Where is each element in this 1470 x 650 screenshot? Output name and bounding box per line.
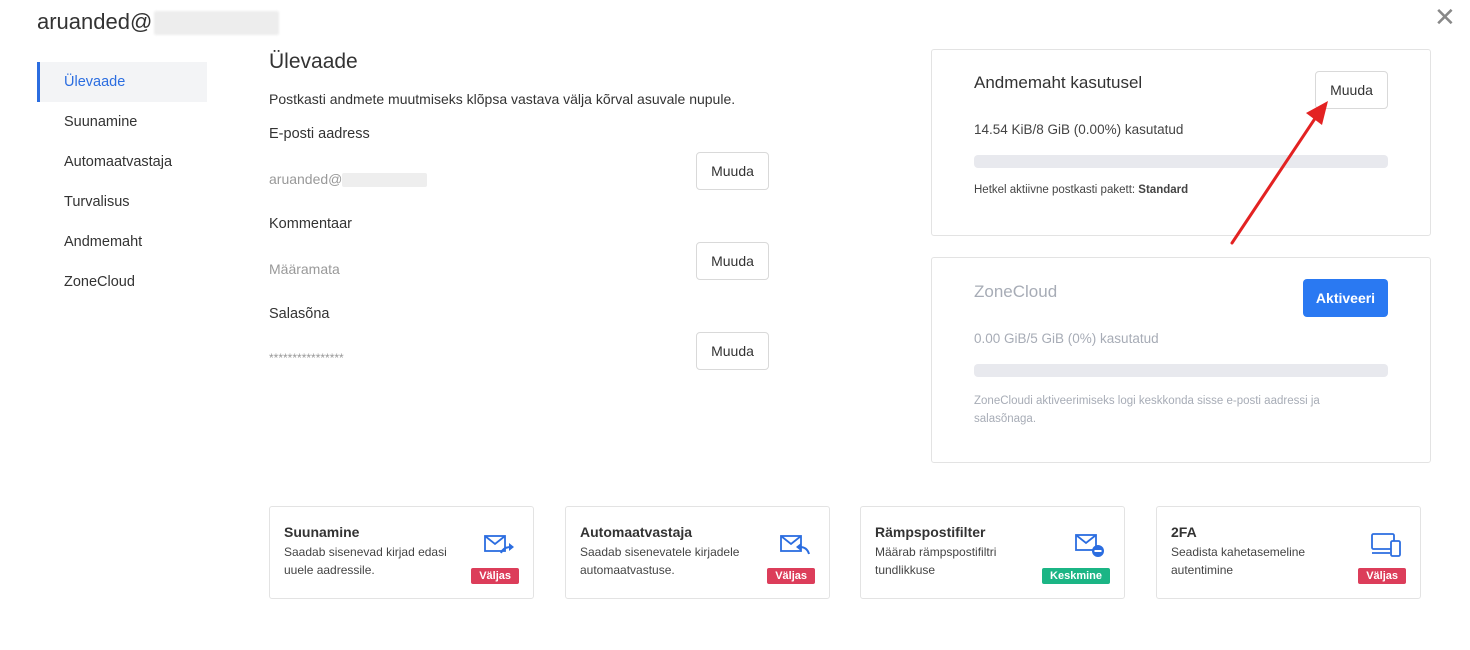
- edit-email-button[interactable]: Muuda: [696, 152, 769, 190]
- feature-description: Saadab sisenevad kirjad edasi uuele aadr…: [284, 545, 447, 577]
- status-badge: Keskmine: [1042, 568, 1110, 584]
- field-value-comment: Määramata: [269, 261, 340, 277]
- page-description: Postkasti andmete muutmiseks klõpsa vast…: [269, 91, 736, 107]
- page-title: Ülevaade: [269, 50, 358, 73]
- sidebar-item-zonecloud[interactable]: ZoneCloud: [37, 262, 207, 302]
- field-value-password: ****************: [269, 351, 344, 365]
- feature-card-forwarding[interactable]: Suunamine Saadab sisenevad kirjad edasi …: [269, 506, 534, 599]
- annotation-arrow: [1230, 101, 1328, 245]
- feature-title: 2FA: [1171, 524, 1197, 540]
- status-badge: Väljas: [471, 568, 519, 584]
- sidebar-item-turvalisus[interactable]: Turvalisus: [37, 182, 207, 222]
- sidebar-item-ulevaade[interactable]: Ülevaade: [37, 62, 207, 102]
- field-label-comment: Kommentaar: [269, 216, 353, 232]
- feature-description: Määrab rämpspostifiltri tundlikkuse: [875, 545, 997, 577]
- storage-card: Andmemaht kasutusel Muuda 14.54 KiB/8 Gi…: [931, 49, 1431, 236]
- zonecloud-usage: 0.00 GiB/5 GiB (0%) kasutatud: [974, 331, 1159, 346]
- plan-label: Hetkel aktiivne postkasti pakett:: [974, 184, 1136, 196]
- account-email: aruanded@: [37, 9, 153, 34]
- feature-card-spamfilter[interactable]: Rämpspostifilter Määrab rämpspostifiltri…: [860, 506, 1125, 599]
- close-icon[interactable]: ✕: [1434, 4, 1456, 30]
- edit-comment-button[interactable]: Muuda: [696, 242, 769, 280]
- feature-description: Seadista kahetasemeline autentimine: [1171, 545, 1306, 577]
- zonecloud-note: ZoneCloudi aktiveerimiseks logi keskkond…: [974, 395, 1320, 425]
- mail-reply-icon: [780, 535, 810, 555]
- feature-card-2fa[interactable]: 2FA Seadista kahetasemeline autentimine …: [1156, 506, 1421, 599]
- feature-title: Rämpspostifilter: [875, 524, 986, 540]
- email-value: aruanded@: [269, 171, 343, 187]
- sidebar-item-andmemaht[interactable]: Andmemaht: [37, 222, 207, 262]
- activate-zonecloud-button[interactable]: Aktiveeri: [1303, 279, 1388, 317]
- zonecloud-title: ZoneCloud: [974, 282, 1058, 301]
- mail-block-icon: [1075, 534, 1104, 557]
- field-label-email: E-posti aadress: [269, 126, 370, 142]
- redacted-area: [154, 11, 280, 36]
- edit-password-button[interactable]: Muuda: [696, 332, 769, 370]
- sidebar-nav: Ülevaade Suunamine Automaatvastaja Turva…: [37, 62, 207, 302]
- feature-title: Suunamine: [284, 524, 360, 540]
- redacted-area: [342, 173, 428, 188]
- field-label-password: Salasõna: [269, 306, 330, 322]
- plan-value: Standard: [1138, 184, 1189, 196]
- feature-title: Automaatvastaja: [580, 524, 693, 540]
- sidebar-item-automaatvastaja[interactable]: Automaatvastaja: [37, 142, 207, 182]
- feature-card-autoreply[interactable]: Automaatvastaja Saadab sisenevatele kirj…: [565, 506, 830, 599]
- status-badge: Väljas: [1358, 568, 1406, 584]
- mail-forward-icon: [484, 535, 514, 554]
- plan-info: Hetkel aktiivne postkasti pakett: Standa…: [974, 184, 1188, 196]
- account-title: aruanded@: [37, 9, 280, 36]
- sidebar-item-suunamine[interactable]: Suunamine: [37, 102, 207, 142]
- storage-title: Andmemaht kasutusel: [974, 73, 1143, 92]
- storage-usage: 14.54 KiB/8 GiB (0.00%) kasutatud: [974, 122, 1184, 137]
- status-badge: Väljas: [767, 568, 815, 584]
- feature-description: Saadab sisenevatele kirjadele automaatva…: [580, 545, 740, 577]
- zonecloud-progress-bar: [974, 364, 1388, 377]
- devices-icon: [1371, 533, 1401, 557]
- field-value-email: aruanded@: [269, 171, 428, 188]
